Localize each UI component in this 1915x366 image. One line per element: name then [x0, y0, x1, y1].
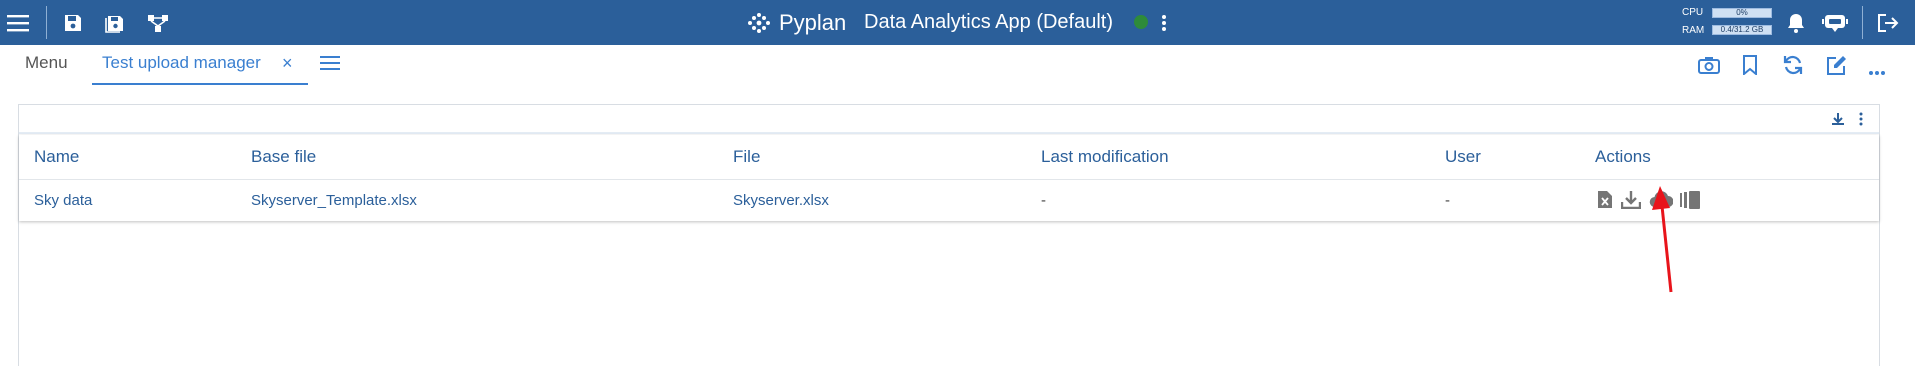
cell-base-file[interactable]: Skyserver_Template.xlsx — [251, 192, 417, 209]
cell-name: Sky data — [34, 192, 93, 209]
excel-file-icon[interactable] — [1597, 190, 1613, 214]
bell-icon[interactable] — [1784, 0, 1808, 45]
diagram-icon[interactable] — [144, 0, 172, 45]
tabs-list-icon[interactable] — [320, 55, 340, 76]
app-title: Data Analytics App (Default) — [864, 11, 1114, 33]
tab-menu[interactable]: Menu — [25, 53, 68, 73]
pyplan-logo-icon — [748, 12, 770, 33]
divider — [19, 132, 1879, 134]
ram-label: RAM — [1682, 25, 1705, 36]
ram-usage-bar: 0.4/31.2 GB — [1712, 25, 1772, 35]
cpu-label: CPU — [1682, 7, 1704, 18]
divider — [46, 6, 47, 39]
edit-icon[interactable] — [1826, 55, 1848, 80]
bookmark-icon[interactable] — [1742, 55, 1758, 80]
divider — [1862, 6, 1863, 39]
column-header-actions: Actions — [1595, 147, 1651, 166]
cell-file[interactable]: Skyserver.xlsx — [733, 192, 829, 209]
logout-icon[interactable] — [1874, 0, 1902, 45]
cpu-usage-bar: 0% — [1712, 8, 1772, 18]
brand: Pyplan — [745, 0, 846, 45]
refresh-icon[interactable] — [1782, 55, 1804, 80]
table-row[interactable]: Sky data Skyserver_Template.xlsx Skyserv… — [19, 180, 1879, 220]
column-header-user[interactable]: User — [1445, 147, 1481, 167]
column-header-name[interactable]: Name — [34, 147, 79, 167]
upload-manager-panel: Name Base file File Last modification Us… — [18, 104, 1880, 366]
close-tab-icon[interactable]: × — [282, 53, 293, 74]
save-icon[interactable] — [61, 0, 85, 45]
column-header-last-modification[interactable]: Last modification — [1041, 147, 1169, 167]
brand-name: Pyplan — [779, 9, 847, 35]
status-indicator — [1134, 15, 1148, 29]
columns-icon[interactable] — [1679, 190, 1701, 214]
hamburger-menu-icon[interactable] — [4, 0, 32, 45]
save-as-icon[interactable] — [102, 0, 128, 45]
tab-test-upload-manager[interactable]: Test upload manager × — [92, 53, 308, 85]
cell-last-modification: - — [1041, 192, 1046, 209]
tab-label: Test upload manager — [102, 53, 261, 72]
robot-assistant-icon[interactable] — [1820, 0, 1850, 45]
panel-more-icon[interactable] — [1859, 112, 1863, 131]
table-header: Name Base file File Last modification Us… — [19, 135, 1879, 180]
download-icon[interactable] — [1620, 190, 1642, 214]
upload-table: Name Base file File Last modification Us… — [19, 135, 1879, 221]
camera-icon[interactable] — [1698, 55, 1720, 80]
column-header-base-file[interactable]: Base file — [251, 147, 316, 167]
more-vertical-icon[interactable] — [1156, 0, 1172, 45]
tabs-bar: Menu Test upload manager × — [0, 45, 1915, 95]
annotation-arrow-icon — [1652, 186, 1673, 293]
panel-download-icon[interactable] — [1831, 112, 1845, 131]
top-bar: Pyplan Data Analytics App (Default) CPU … — [0, 0, 1915, 45]
more-horizontal-icon[interactable] — [1868, 63, 1886, 81]
column-header-file[interactable]: File — [733, 147, 760, 167]
cell-user: - — [1445, 192, 1450, 209]
